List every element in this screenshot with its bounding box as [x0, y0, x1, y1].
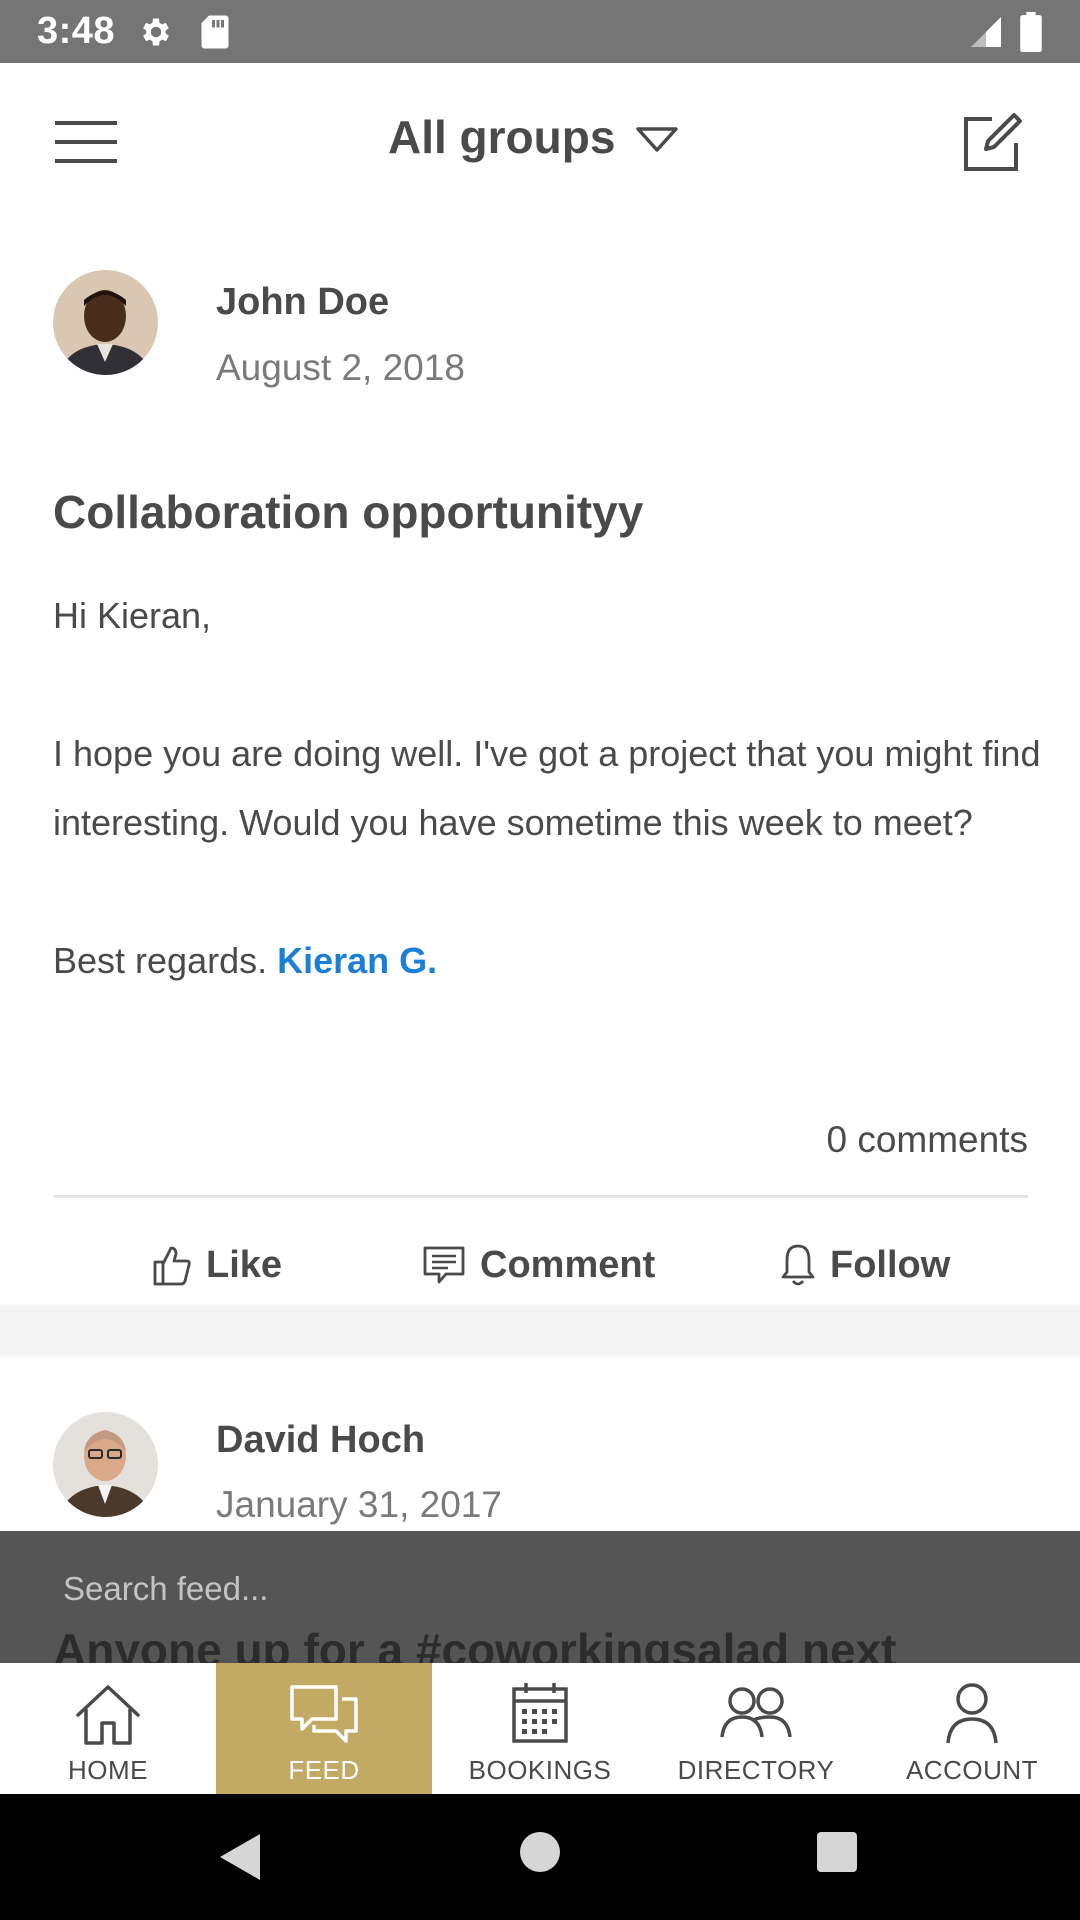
post-signoff-line: Best regards. Kieran G.: [53, 926, 1043, 995]
nav-label-account: ACCOUNT: [905, 1755, 1039, 1785]
like-label: Like: [206, 1243, 283, 1286]
group-selector[interactable]: All groups: [388, 107, 679, 167]
calendar-icon: [512, 1683, 568, 1743]
post-date: August 2, 2018: [216, 347, 465, 388]
post-separator: [0, 1305, 1080, 1357]
bottom-nav: HOME FEED BOOKINGS DIRECTORY ACCOUNT: [0, 1663, 1080, 1794]
nav-directory[interactable]: DIRECTORY: [648, 1663, 864, 1794]
status-bar: 3:48: [0, 0, 1080, 63]
signal-icon: [971, 17, 1001, 47]
post-body-text: I hope you are doing well. I've got a pr…: [53, 733, 1041, 843]
thumbs-up-icon: [153, 1246, 191, 1286]
post-date: January 31, 2017: [216, 1484, 502, 1525]
post-signoff: Best regards.: [53, 940, 268, 981]
nav-feed[interactable]: FEED: [216, 1663, 432, 1794]
bell-icon: [781, 1244, 815, 1286]
follow-label: Follow: [830, 1243, 951, 1286]
nav-label-directory: DIRECTORY: [677, 1755, 835, 1785]
settings-gear-icon: [143, 18, 169, 46]
nav-account[interactable]: ACCOUNT: [864, 1663, 1080, 1794]
post-author[interactable]: John Doe: [216, 281, 389, 324]
feed-post[interactable]: David Hoch January 31, 2017: [0, 1357, 1080, 1537]
like-button[interactable]: Like: [152, 1225, 282, 1305]
system-nav-bar: [0, 1794, 1080, 1920]
mention-link[interactable]: Kieran G.: [277, 940, 437, 981]
post-body: Hi Kieran, I hope you are doing well. I'…: [53, 581, 1043, 995]
post-greeting: Hi Kieran,: [53, 595, 212, 636]
hamburger-menu-icon[interactable]: [55, 117, 117, 167]
comment-label: Comment: [480, 1243, 656, 1286]
nav-label-feed: FEED: [288, 1755, 360, 1785]
avatar[interactable]: [53, 1412, 158, 1517]
post-title-preview: Anyone up for a #coworkingsalad next: [53, 1624, 897, 1663]
chevron-down-icon: [636, 127, 679, 152]
search-input[interactable]: [42, 1561, 942, 1617]
nav-label-bookings: BOOKINGS: [468, 1755, 612, 1785]
home-button-icon[interactable]: [520, 1832, 560, 1872]
recent-apps-icon[interactable]: [817, 1832, 857, 1872]
avatar[interactable]: [53, 270, 158, 375]
search-bar: Anyone up for a #coworkingsalad next: [0, 1531, 1080, 1663]
person-icon: [946, 1683, 998, 1744]
divider: [53, 1195, 1028, 1198]
battery-icon: [1020, 12, 1042, 52]
feed-post[interactable]: John Doe August 2, 2018 Collaboration op…: [0, 225, 1080, 1305]
comment-icon: [423, 1246, 465, 1284]
nav-label-home: HOME: [68, 1755, 148, 1785]
home-icon: [76, 1685, 140, 1745]
follow-button[interactable]: Follow: [780, 1225, 950, 1305]
nav-bookings[interactable]: BOOKINGS: [432, 1663, 648, 1794]
post-title: Collaboration opportunityy: [53, 486, 644, 538]
people-icon: [720, 1687, 792, 1738]
back-icon[interactable]: [218, 1832, 262, 1882]
feed-icon: [290, 1685, 358, 1743]
post-author[interactable]: David Hoch: [216, 1419, 425, 1462]
sd-card-icon: [201, 15, 229, 49]
status-time: 3:48: [37, 10, 116, 52]
compose-icon[interactable]: [962, 111, 1024, 173]
post-actions: Like Comment Follow: [0, 1225, 1080, 1305]
nav-home[interactable]: HOME: [0, 1663, 216, 1794]
comment-button[interactable]: Comment: [422, 1225, 655, 1305]
group-title: All groups: [388, 111, 616, 163]
top-app-bar: All groups: [0, 63, 1080, 225]
comments-count[interactable]: 0 comments: [826, 1119, 1028, 1161]
